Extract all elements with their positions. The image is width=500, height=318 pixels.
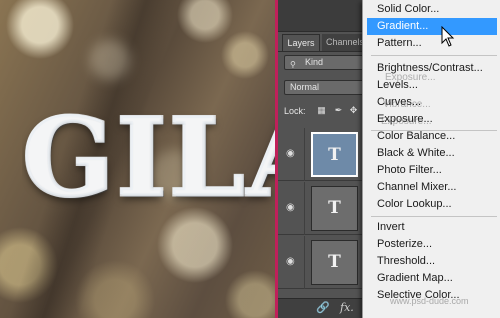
document-canvas[interactable]: GILA — [0, 0, 277, 318]
menu-item-threshold[interactable]: Threshold... — [367, 253, 497, 270]
menu-item-color-lookup[interactable]: Color Lookup... — [367, 196, 497, 213]
menu-item-gradient-map[interactable]: Gradient Map... — [367, 270, 497, 287]
layer-row[interactable]: ◉ T — [278, 128, 362, 181]
menu-item-posterize[interactable]: Posterize... — [367, 236, 497, 253]
visibility-eye-icon[interactable]: ◉ — [286, 148, 295, 159]
lock-transparency-icon[interactable]: ▦ — [316, 105, 327, 116]
menu-item-exposure[interactable]: Exposure... — [367, 111, 497, 128]
new-fill-adjustment-menu: Solid Color... Gradient... Pattern... Br… — [362, 0, 500, 318]
layer-filter-value: Kind — [305, 57, 324, 67]
fx-icon[interactable]: fx. — [340, 301, 354, 314]
layer-row-divider — [304, 182, 305, 235]
menu-item-solid-color[interactable]: Solid Color... — [367, 1, 497, 18]
menu-item-black-white[interactable]: Black & White... — [367, 145, 497, 162]
menu-item-photo-filter[interactable]: Photo Filter... — [367, 162, 497, 179]
tab-channels[interactable]: Channels — [322, 34, 362, 51]
mouse-pointer-icon — [441, 26, 455, 47]
menu-item-gradient[interactable]: Gradient... — [367, 18, 497, 35]
bokeh-light — [90, 40, 130, 80]
layer-row[interactable]: ◉ T — [278, 236, 362, 289]
layer-row-divider — [304, 128, 305, 181]
menu-separator — [371, 216, 497, 217]
menu-item-color-balance[interactable]: Color Balance... — [367, 128, 497, 145]
blend-mode-dropdown[interactable]: Normal — [284, 80, 364, 95]
lock-position-icon[interactable]: ✥ — [348, 105, 359, 116]
visibility-eye-icon[interactable]: ◉ — [286, 202, 295, 213]
lock-label: Lock: — [284, 106, 306, 116]
menu-item-pattern[interactable]: Pattern... — [367, 35, 497, 52]
text-layer-thumbnail: T — [311, 186, 358, 231]
glass-text-layer: GILA — [22, 98, 277, 218]
search-icon: ⚲ — [290, 60, 296, 69]
blend-mode-value: Normal — [290, 82, 320, 92]
visibility-eye-icon[interactable]: ◉ — [286, 256, 295, 267]
menu-item-curves[interactable]: Curves... — [367, 94, 497, 111]
menu-item-brightness-contrast[interactable]: Brightness/Contrast... — [367, 60, 497, 77]
watermark: www.psd-dude.com — [390, 296, 469, 306]
lock-paint-icon[interactable]: ✒ — [333, 105, 344, 116]
tab-layers[interactable]: Layers — [282, 34, 320, 51]
layer-row-divider — [304, 236, 305, 289]
text-layer-thumbnail: T — [311, 240, 358, 285]
menu-item-levels[interactable]: Levels... — [367, 77, 497, 94]
link-icon[interactable]: 🔗 — [316, 301, 330, 314]
menu-item-invert[interactable]: Invert — [367, 219, 497, 236]
menu-item-channel-mixer[interactable]: Channel Mixer... — [367, 179, 497, 196]
text-layer-thumbnail: T — [311, 132, 358, 177]
menu-separator — [371, 55, 497, 56]
layer-filter-dropdown[interactable]: ⚲ Kind — [284, 55, 364, 70]
layer-row[interactable]: ◉ T — [278, 182, 362, 235]
